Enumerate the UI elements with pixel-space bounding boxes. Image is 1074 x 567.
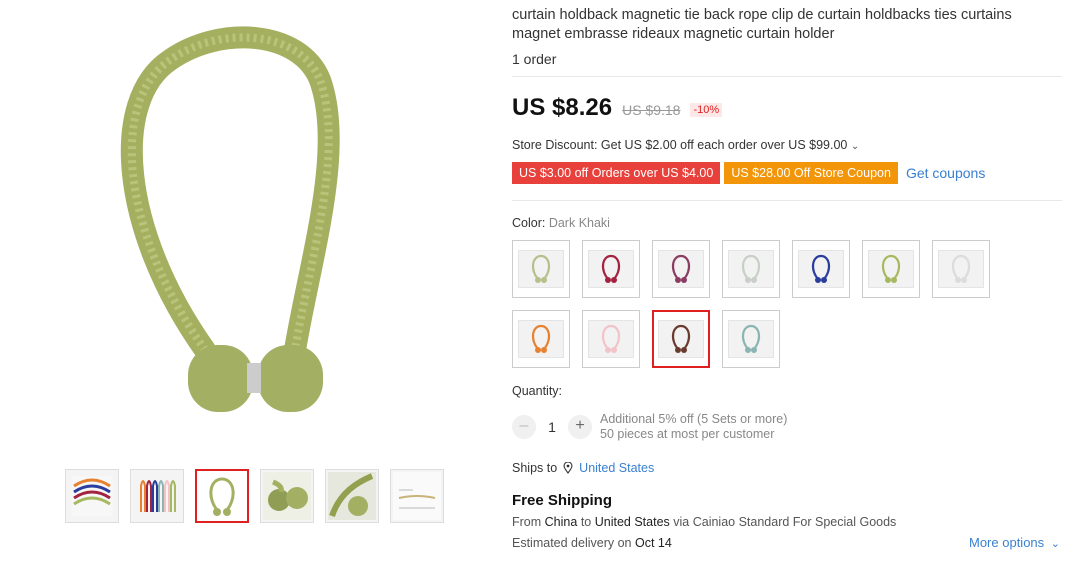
color-swatch-4[interactable] [722, 240, 780, 298]
estimated-date: Oct 14 [635, 536, 672, 550]
thumbnail-1[interactable] [65, 469, 119, 523]
product-title: curtain holdback magnetic tie back rope … [512, 7, 1012, 42]
swatch-image [518, 250, 564, 288]
from-country: China [544, 515, 578, 529]
color-swatch-6[interactable] [862, 240, 920, 298]
swatch-image [728, 320, 774, 358]
store-discount-text: Store Discount: Get US $2.00 off each or… [512, 138, 848, 152]
shipping-method: via Cainiao Standard For Special Goods [673, 515, 897, 529]
ships-to-country-link[interactable]: United States [579, 461, 654, 475]
to-word: to [580, 515, 592, 529]
swatch-image [798, 250, 844, 288]
swatch-image [658, 250, 704, 288]
color-swatch-1[interactable] [512, 240, 570, 298]
get-coupons-link[interactable]: Get coupons [906, 165, 985, 181]
estimated-label: Estimated delivery on [512, 536, 632, 550]
max-quantity-note: 50 pieces at most per customer [600, 427, 775, 441]
to-country: United States [594, 515, 670, 529]
estimated-delivery: Estimated delivery on Oct 14 [512, 536, 672, 550]
swatch-image [938, 250, 984, 288]
color-label: Color: Dark Khaki [512, 216, 610, 230]
color-swatch-8[interactable] [512, 310, 570, 368]
order-count: 1 order [512, 51, 557, 67]
swatch-image [518, 320, 564, 358]
thumbnail-5[interactable] [325, 469, 379, 523]
divider [512, 200, 1062, 201]
thumbnail-2[interactable] [130, 469, 184, 523]
discount-badge: -10% [690, 103, 723, 117]
swatch-image [588, 320, 634, 358]
thumbnail-strip [65, 469, 444, 523]
coupon-store[interactable]: US $28.00 Off Store Coupon [724, 162, 898, 184]
quantity-decrease-button[interactable]: – [512, 415, 536, 439]
color-swatch-10[interactable] [652, 310, 710, 368]
quantity-label: Quantity: [512, 384, 563, 398]
quantity-row: – 1 + Additional 5% off (5 Sets or more)… [512, 412, 787, 442]
color-swatch-5[interactable] [792, 240, 850, 298]
quantity-value[interactable]: 1 [536, 419, 568, 435]
swatch-image [868, 250, 914, 288]
color-swatches [512, 240, 1002, 368]
coupon-orders[interactable]: US $3.00 off Orders over US $4.00 [512, 162, 721, 184]
color-swatch-3[interactable] [652, 240, 710, 298]
ships-to: Ships to United States [512, 461, 654, 475]
thumbnail-4[interactable] [260, 469, 314, 523]
color-swatch-2[interactable] [582, 240, 640, 298]
chevron-down-icon: ⌄ [1050, 538, 1060, 550]
color-swatch-7[interactable] [932, 240, 990, 298]
color-swatch-9[interactable] [582, 310, 640, 368]
gallery [0, 0, 500, 567]
free-shipping-heading: Free Shipping [512, 492, 613, 509]
location-pin-icon [563, 462, 573, 474]
current-price: US $8.26 [512, 94, 613, 121]
swatch-image [728, 250, 774, 288]
swatch-image [588, 250, 634, 288]
chevron-down-icon: ⌄ [850, 141, 860, 152]
original-price: US $9.18 [622, 102, 681, 118]
thumbnail-6[interactable] [390, 469, 444, 523]
color-label-text: Color: [512, 216, 546, 230]
shipping-route: From China to United States via Cainiao … [512, 515, 896, 529]
thumbnail-3[interactable] [195, 469, 249, 523]
divider [512, 76, 1062, 77]
store-discount[interactable]: Store Discount: Get US $2.00 off each or… [512, 138, 859, 152]
bulk-discount-note: Additional 5% off (5 Sets or more) [600, 412, 788, 426]
quantity-increase-button[interactable]: + [568, 415, 592, 439]
product-main-image[interactable] [110, 20, 390, 420]
swatch-image [658, 320, 704, 358]
from-prefix: From [512, 515, 542, 529]
color-swatch-11[interactable] [722, 310, 780, 368]
more-options-label: More options [969, 535, 1045, 550]
ships-to-label: Ships to [512, 461, 558, 475]
color-value: Dark Khaki [548, 216, 610, 230]
price-row: US $8.26 US $9.18 -10% [512, 94, 723, 122]
more-options-link[interactable]: More options ⌄ [969, 535, 1060, 550]
quantity-note: Additional 5% off (5 Sets or more) 50 pi… [600, 412, 787, 442]
coupon-row: US $3.00 off Orders over US $4.00 US $28… [512, 162, 985, 184]
